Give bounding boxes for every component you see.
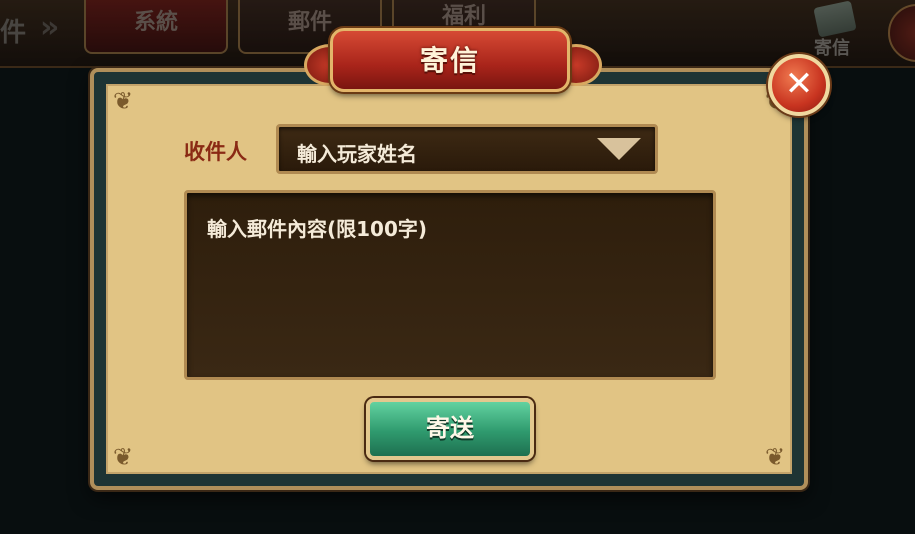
recipient-label: 收件人 <box>184 140 247 164</box>
recipient-input[interactable]: 輸入玩家姓名 <box>276 124 658 174</box>
close-button[interactable]: ✕ <box>768 54 830 116</box>
dialog-title: 寄信 <box>419 44 480 77</box>
recipient-placeholder: 輸入玩家姓名 <box>297 142 417 166</box>
close-icon: ✕ <box>784 64 814 104</box>
send-button[interactable]: 寄送 <box>366 398 534 460</box>
message-placeholder: 輸入郵件內容(限100字) <box>207 217 428 241</box>
dialog-title-banner: 寄信 <box>330 28 570 92</box>
corner-ornament-icon: ❦ <box>112 443 134 471</box>
message-textarea[interactable]: 輸入郵件內容(限100字) <box>184 190 716 380</box>
corner-ornament-icon: ❦ <box>112 87 134 115</box>
dropdown-arrow-icon[interactable] <box>597 138 641 160</box>
corner-ornament-icon: ❦ <box>764 443 786 471</box>
